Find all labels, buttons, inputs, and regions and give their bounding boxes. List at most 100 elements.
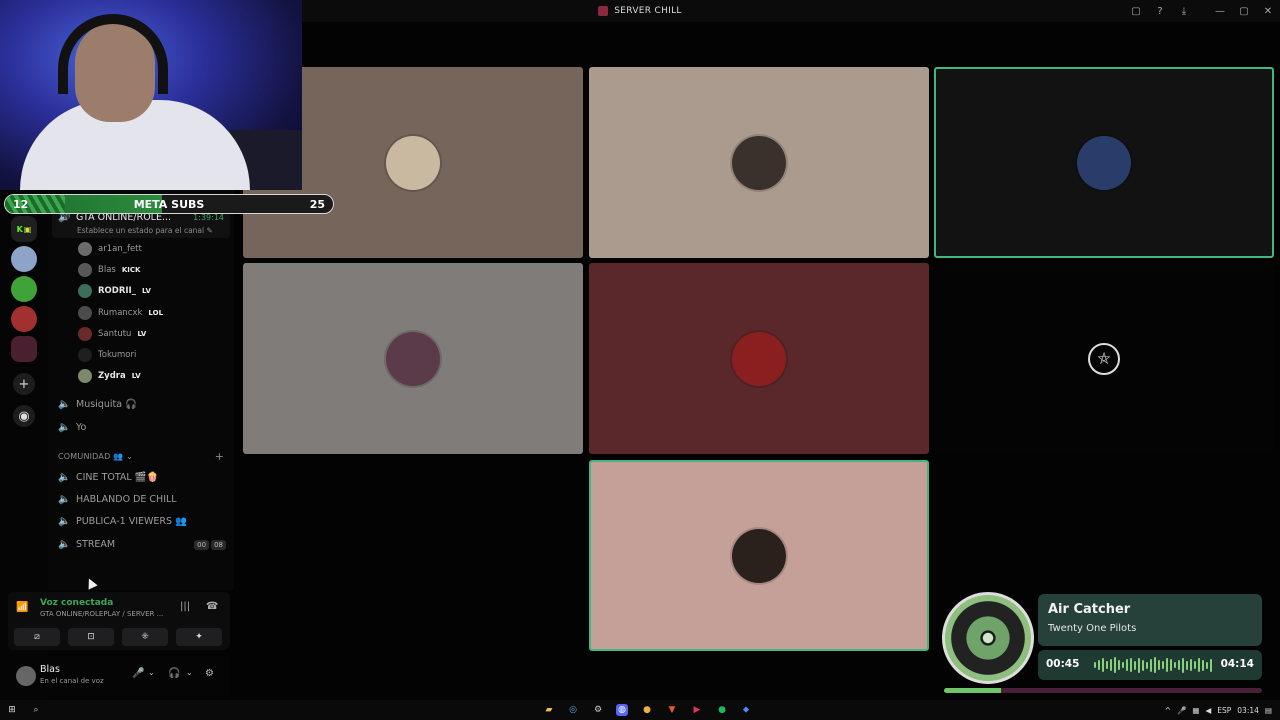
- voice-channel[interactable]: 🔈 Yo: [58, 418, 86, 436]
- signal-icon[interactable]: 📶: [16, 602, 28, 613]
- server-kick[interactable]: K ▣: [11, 216, 37, 242]
- minimize-button[interactable]: —: [1208, 0, 1232, 22]
- noise-suppression-icon[interactable]: |||: [180, 601, 190, 612]
- help-icon[interactable]: ?: [1148, 0, 1172, 22]
- chevron-down-icon[interactable]: ⌄: [186, 668, 193, 677]
- voice-channel-path[interactable]: GTA ONLINE/ROLEPLAY / SERVER ...: [40, 610, 163, 618]
- member-tag: LV: [141, 287, 151, 296]
- discord-icon[interactable]: ◍: [616, 704, 628, 716]
- avatar: [78, 263, 92, 278]
- activities-button[interactable]: ⁜: [122, 628, 168, 646]
- download-icon[interactable]: ⤓: [1172, 0, 1196, 22]
- voice-channel[interactable]: 🔈 PUBLICA-1 VIEWERS 👥: [58, 512, 187, 530]
- spotify-icon[interactable]: ●: [716, 704, 728, 716]
- chrome-icon[interactable]: ●: [641, 704, 653, 716]
- channel-name: Yo: [76, 421, 87, 433]
- server-chill[interactable]: [11, 336, 37, 362]
- camera-off-button[interactable]: ⧄: [14, 628, 60, 646]
- tray-chevron-icon[interactable]: ^: [1165, 706, 1171, 715]
- avatar: [732, 331, 786, 386]
- notifications-icon[interactable]: ▤: [1265, 706, 1272, 715]
- search-icon[interactable]: ⌕: [30, 704, 42, 716]
- server-icon-4[interactable]: [11, 306, 37, 332]
- microphone-icon[interactable]: 🎤: [132, 668, 144, 679]
- voice-connection-panel: 📶 Voz conectada GTA ONLINE/ROLEPLAY / SE…: [8, 592, 230, 650]
- voice-channel[interactable]: 🔈 HABLANDO DE CHILL: [58, 490, 177, 508]
- member-name: RODRII_: [98, 286, 136, 297]
- microphone-tray-icon[interactable]: 🎤: [1177, 706, 1186, 715]
- share-screen-button[interactable]: ⊡: [68, 628, 114, 646]
- soundboard-button[interactable]: ✦: [176, 628, 222, 646]
- video-tile[interactable]: [243, 263, 583, 454]
- waveform-bar: [1182, 657, 1184, 673]
- waveform-bar: [1122, 662, 1124, 668]
- channel-status-input[interactable]: Establece un estado para el canal ✎: [77, 226, 213, 235]
- waveform-bar: [1186, 660, 1188, 670]
- avatar: [78, 348, 92, 362]
- inbox-icon[interactable]: ▢: [1124, 0, 1148, 22]
- voice-channel[interactable]: 🔈 STREAM: [58, 535, 115, 553]
- album-art-disc: [942, 592, 1034, 684]
- video-tile[interactable]: [934, 67, 1274, 258]
- speaker-icon: 🔈: [58, 398, 71, 410]
- avatar[interactable]: [16, 666, 36, 686]
- voice-channel[interactable]: 🔈 Musiquita 🎧: [58, 395, 137, 413]
- waveform-bar: [1162, 661, 1164, 669]
- active-voice-channel[interactable]: 🔊 GTA ONLINE/ROLE... 1:39:14 Establece u…: [52, 210, 230, 238]
- waveform-bar: [1190, 659, 1192, 671]
- chevron-down-icon[interactable]: ⌄: [148, 668, 155, 677]
- app-icon[interactable]: ⬥: [740, 704, 752, 716]
- add-channel-icon[interactable]: +: [215, 450, 224, 463]
- video-tile[interactable]: [589, 67, 929, 258]
- video-tile[interactable]: ⛤: [934, 263, 1274, 454]
- voice-member[interactable]: Zydra LV: [78, 367, 141, 385]
- waveform-bar: [1126, 659, 1128, 671]
- subs-goal-bar: 12 META SUBS 25: [4, 194, 334, 214]
- voice-member[interactable]: Santutu LV: [78, 325, 146, 343]
- gear-icon[interactable]: ⚙: [205, 668, 214, 679]
- user-name: Blas: [40, 664, 60, 675]
- settings-app-icon[interactable]: ⚙: [592, 704, 604, 716]
- network-icon[interactable]: ▦: [1192, 706, 1199, 715]
- server-icon-2[interactable]: [11, 246, 37, 272]
- channel-name: PUBLICA-1 VIEWERS 👥: [76, 515, 187, 527]
- member-tag: LV: [137, 329, 147, 338]
- avatar: [78, 305, 92, 320]
- disconnect-icon[interactable]: ☎: [206, 601, 218, 612]
- close-button[interactable]: ✕: [1256, 0, 1280, 22]
- voice-member[interactable]: Blas KICK: [78, 261, 140, 279]
- waveform-bar: [1094, 662, 1096, 668]
- video-tile[interactable]: [589, 263, 929, 454]
- clock[interactable]: 03:14: [1237, 706, 1259, 715]
- song-title: Air Catcher: [1048, 602, 1131, 617]
- media-player-icon[interactable]: ▶: [691, 704, 703, 716]
- headphones-icon[interactable]: 🎧: [168, 668, 180, 679]
- system-tray: ^ 🎤 ▦ ◀ ESP 03:14 ▤: [1165, 700, 1272, 720]
- server-frog[interactable]: [11, 276, 37, 302]
- category-comunidad[interactable]: COMUNIDAD 👥 ⌄: [58, 452, 133, 461]
- add-server-icon[interactable]: +: [13, 373, 35, 395]
- waveform-bar: [1118, 660, 1120, 670]
- voice-member[interactable]: RODRII_ LV: [78, 282, 151, 300]
- channel-name: HABLANDO DE CHILL: [76, 493, 177, 505]
- volume-icon[interactable]: ◀: [1205, 706, 1211, 715]
- lang-indicator[interactable]: ESP: [1217, 706, 1231, 715]
- file-explorer-icon[interactable]: ▰: [543, 704, 555, 716]
- member-tag: LOL: [148, 308, 164, 317]
- maximize-button[interactable]: ▢: [1232, 0, 1256, 22]
- voice-member[interactable]: ar1an_fett: [78, 240, 142, 258]
- voice-channel[interactable]: 🔈 CINE TOTAL 🎬🍿: [58, 468, 158, 486]
- voice-member[interactable]: Tokumori: [78, 346, 136, 364]
- member-tag: KICK: [121, 266, 141, 275]
- member-name: Blas: [98, 265, 116, 276]
- voice-status[interactable]: Voz conectada: [40, 598, 113, 608]
- waveform-bar: [1150, 658, 1152, 672]
- window-title: SERVER CHILL: [598, 6, 681, 16]
- windows-start-icon[interactable]: ⊞: [6, 704, 18, 716]
- video-tile[interactable]: [589, 460, 929, 651]
- brave-icon[interactable]: ▼: [666, 704, 678, 716]
- steam-icon[interactable]: ◎: [567, 704, 579, 716]
- explore-icon[interactable]: ◉: [13, 405, 35, 427]
- waveform-bar: [1102, 658, 1104, 672]
- voice-member[interactable]: Rumancxk LOL: [78, 304, 163, 322]
